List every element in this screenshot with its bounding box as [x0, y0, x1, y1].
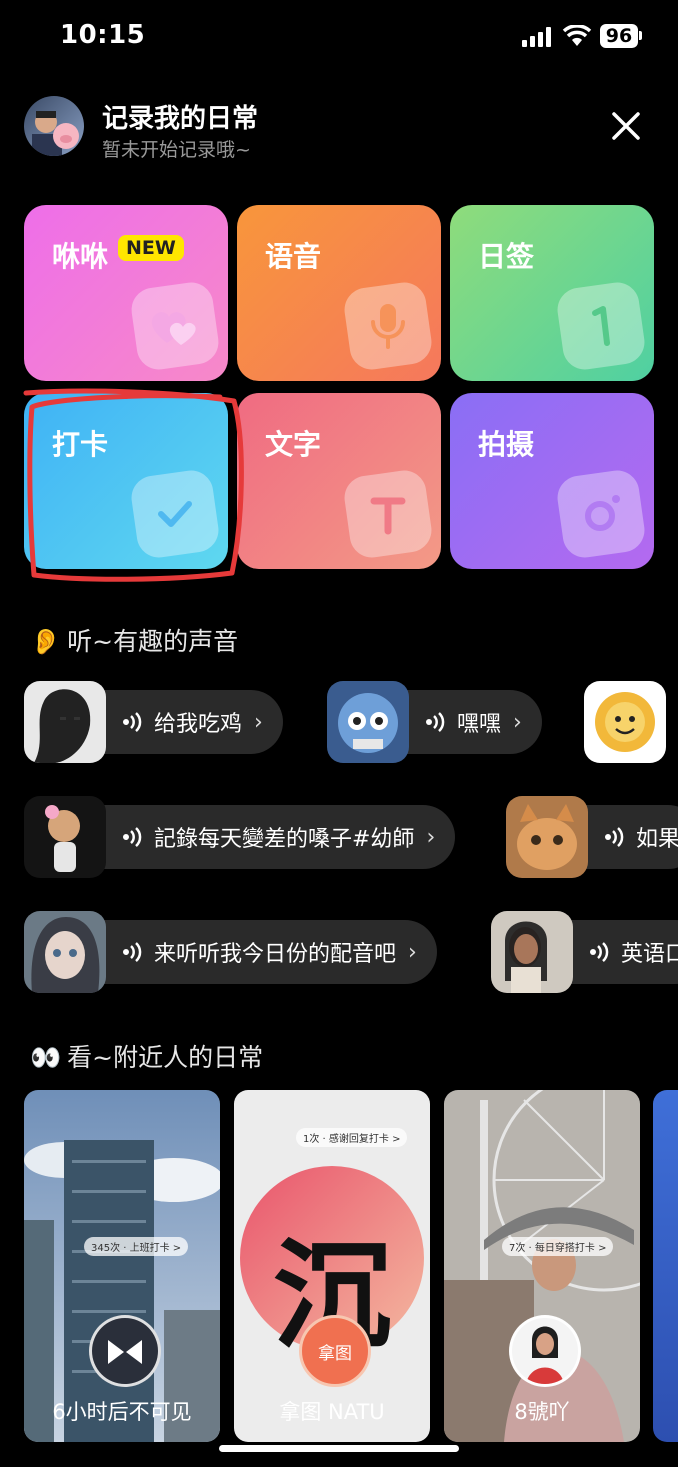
status-bar: 10:15 96 — [0, 0, 678, 72]
voice-chip[interactable]: 英语口 — [491, 911, 678, 993]
story-pill: 1次 · 感谢回复打卡 > — [296, 1128, 408, 1147]
story-image — [24, 1090, 220, 1442]
chip-text: 嘿嘿 — [457, 712, 502, 737]
chip-thumbnail — [24, 796, 106, 878]
clock: 10:15 — [60, 20, 146, 50]
chip-thumbnail — [24, 681, 106, 763]
story-pill: 7次 · 每日穿搭打卡 > — [502, 1237, 614, 1256]
story-avatar — [89, 1315, 161, 1387]
story-card[interactable]: 1次 · 感谢回复打卡 > 沉 拿图 拿图 NATU — [234, 1090, 430, 1442]
look-section-title: 👀 看~附近人的日常 — [30, 1038, 263, 1074]
chip-pill: 記錄每天變差的嗓子#幼師 › — [92, 805, 456, 869]
battery-nub — [639, 31, 642, 40]
chip-pill: 如果 — [574, 805, 678, 869]
chevron-right-icon: › — [254, 709, 263, 735]
chip-thumbnail — [24, 911, 106, 993]
close-icon[interactable] — [608, 108, 644, 144]
chip-pill: 给我吃鸡 › — [92, 690, 283, 754]
camera-icon — [554, 467, 648, 561]
tile-label: 拍摄 — [478, 428, 535, 461]
voice-chip[interactable]: 如果 — [506, 796, 678, 878]
story-avatar — [509, 1315, 581, 1387]
chip-thumbnail — [327, 681, 409, 763]
letter-t-icon — [341, 467, 435, 561]
chevron-right-icon: › — [408, 939, 417, 965]
story-pill: 345次 · 上班打卡 > — [84, 1237, 189, 1256]
checkmark-icon — [128, 467, 222, 561]
story-image — [444, 1090, 640, 1442]
listen-section-label: 听~有趣的声音 — [67, 627, 239, 656]
chevron-right-icon: › — [513, 709, 522, 735]
story-label: 6小时后不可见 — [52, 1400, 192, 1424]
ear-icon: 👂 — [30, 627, 62, 656]
chip-thumbnail — [584, 681, 666, 763]
microphone-icon — [341, 279, 435, 373]
tile-checkin[interactable]: 打卡 — [24, 393, 228, 569]
chip-thumbnail — [491, 911, 573, 993]
tile-shoot[interactable]: 拍摄 — [450, 393, 654, 569]
chip-text: 英语口 — [621, 942, 678, 967]
chip-pill: 嘿嘿 › — [395, 690, 542, 754]
story-label: 拿图 NATU — [279, 1400, 385, 1424]
tile-label: 打卡 — [52, 428, 109, 461]
chip-text: 如果 — [636, 827, 678, 852]
cellular-signal-icon — [522, 27, 551, 47]
story-card-partial[interactable] — [653, 1090, 678, 1442]
user-avatar[interactable] — [24, 96, 84, 156]
chip-pill: 英语口 — [559, 920, 678, 984]
sound-wave-icon — [123, 712, 142, 732]
chevron-right-icon: › — [426, 824, 436, 850]
sound-wave-icon — [426, 712, 445, 732]
chip-pill: 来听听我今日份的配音吧 › — [92, 920, 437, 984]
voice-chip[interactable]: 给我吃鸡 › — [24, 681, 283, 763]
sound-wave-icon — [123, 827, 142, 847]
story-card[interactable]: 345次 · 上班打卡 > 6小时后不可见 — [24, 1090, 220, 1442]
eyes-icon: 👀 — [30, 1043, 62, 1072]
story-label: 8號吖 — [514, 1400, 570, 1424]
story-card[interactable]: 7次 · 每日穿搭打卡 > 8號吖 — [444, 1090, 640, 1442]
tile-label: 文字 — [265, 428, 322, 461]
look-section-label: 看~附近人的日常 — [67, 1043, 264, 1072]
tile-text[interactable]: 文字 — [237, 393, 441, 569]
listen-section-title: 👂 听~有趣的声音 — [30, 622, 238, 658]
tile-daily-sign[interactable]: 日签 — [450, 205, 654, 381]
sound-wave-icon — [605, 827, 624, 847]
page-title: 记录我的日常 — [102, 104, 259, 134]
chip-text: 記錄每天變差的嗓子#幼師 — [154, 827, 415, 852]
sound-wave-icon — [590, 942, 609, 962]
voice-chip[interactable]: 来听听我今日份的配音吧 › — [24, 911, 437, 993]
voice-chip[interactable]: 記錄每天變差的嗓子#幼師 › — [24, 796, 456, 878]
tile-label: 日签 — [478, 240, 535, 273]
chip-text: 来听听我今日份的配音吧 — [154, 942, 397, 967]
voice-chip[interactable]: 嘿嘿 › — [327, 681, 542, 763]
home-indicator — [219, 1445, 459, 1452]
avatar-image — [32, 111, 79, 156]
story-avatar: 拿图 — [299, 1315, 371, 1387]
tile-label: 咻咻 — [52, 240, 109, 273]
battery-indicator: 96 — [600, 24, 638, 48]
chip-thumbnail — [506, 796, 588, 878]
new-badge: NEW — [118, 235, 184, 261]
tile-linlin[interactable]: 咻咻 NEW — [24, 205, 228, 381]
wifi-icon — [562, 25, 592, 46]
tile-voice[interactable]: 语音 — [237, 205, 441, 381]
number-one-icon — [554, 279, 648, 373]
chip-text: 给我吃鸡 — [154, 712, 243, 737]
page-subtitle: 暂未开始记录哦~ — [102, 139, 251, 161]
sound-wave-icon — [123, 942, 142, 962]
tile-label: 语音 — [265, 240, 322, 273]
voice-chip[interactable] — [584, 681, 666, 763]
hearts-icon — [128, 279, 222, 373]
